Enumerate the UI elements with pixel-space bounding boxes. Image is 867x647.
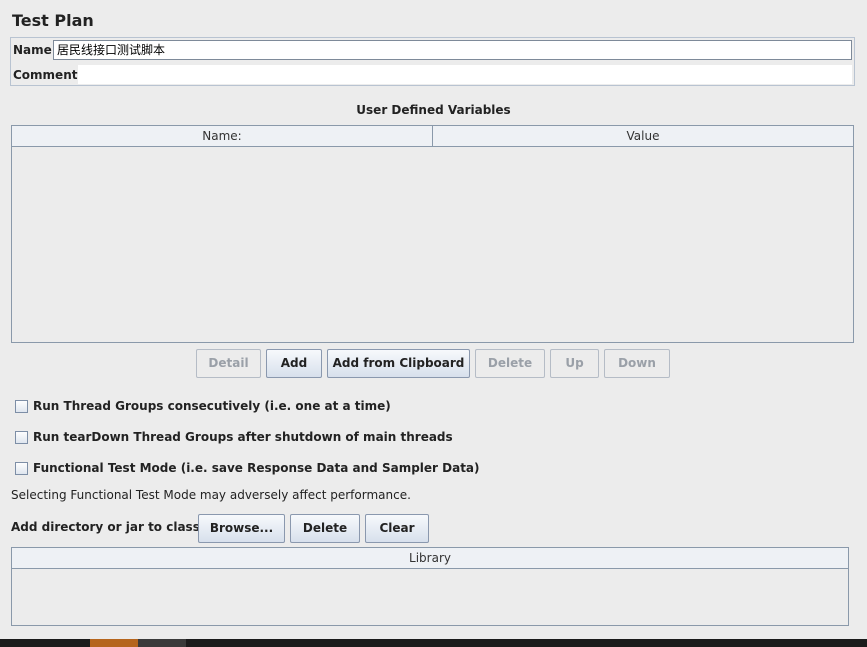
page-title: Test Plan xyxy=(12,11,94,30)
up-button[interactable]: Up xyxy=(550,349,599,378)
name-input[interactable]: 居民线接口测试脚本 xyxy=(53,40,852,60)
delete-variable-button[interactable]: Delete xyxy=(475,349,545,378)
functional-mode-note: Selecting Functional Test Mode may adver… xyxy=(11,488,411,502)
comments-input[interactable] xyxy=(78,65,852,84)
run-teardown-option[interactable]: Run tearDown Thread Groups after shutdow… xyxy=(15,429,453,445)
down-button[interactable]: Down xyxy=(604,349,670,378)
library-table[interactable]: Library xyxy=(11,547,849,626)
detail-button[interactable]: Detail xyxy=(196,349,261,378)
column-header-library[interactable]: Library xyxy=(12,548,848,569)
run-teardown-checkbox[interactable] xyxy=(15,430,28,444)
add-button[interactable]: Add xyxy=(266,349,322,378)
browse-button[interactable]: Browse... xyxy=(198,514,285,543)
run-consecutively-checkbox[interactable] xyxy=(15,399,28,413)
functional-test-mode-option[interactable]: Functional Test Mode (i.e. save Response… xyxy=(15,460,480,476)
column-header-value[interactable]: Value xyxy=(433,126,853,147)
run-teardown-label: Run tearDown Thread Groups after shutdow… xyxy=(33,430,453,444)
clear-button[interactable]: Clear xyxy=(365,514,429,543)
column-header-name[interactable]: Name: xyxy=(12,126,433,147)
user-defined-variables-title: User Defined Variables xyxy=(356,103,511,117)
taskbar-item[interactable] xyxy=(138,639,186,647)
add-from-clipboard-button[interactable]: Add from Clipboard xyxy=(327,349,470,378)
run-consecutively-label: Run Thread Groups consecutively (i.e. on… xyxy=(33,399,391,413)
delete-classpath-button[interactable]: Delete xyxy=(290,514,360,543)
functional-test-mode-label: Functional Test Mode (i.e. save Response… xyxy=(33,461,480,475)
variables-table[interactable]: Name: Value xyxy=(11,125,854,343)
taskbar-item-active[interactable] xyxy=(90,639,138,647)
run-consecutively-option[interactable]: Run Thread Groups consecutively (i.e. on… xyxy=(15,398,391,414)
functional-test-mode-checkbox[interactable] xyxy=(15,461,28,475)
name-label: Name: xyxy=(13,43,57,57)
